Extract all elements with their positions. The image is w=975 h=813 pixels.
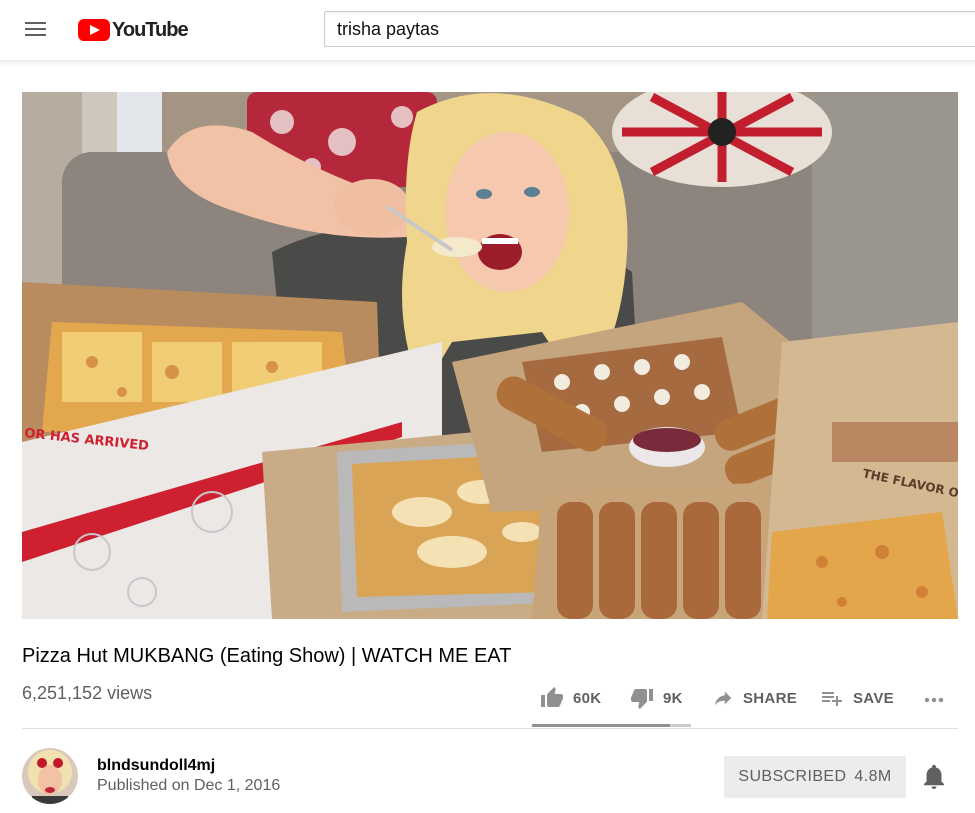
- video-frame: OR HAS ARRIVED THE FLAVOR OF: [22, 92, 958, 619]
- youtube-logo[interactable]: YouTube: [78, 17, 189, 43]
- share-label: SHARE: [743, 689, 798, 707]
- search-input[interactable]: [325, 12, 975, 46]
- sentiment-bar-like-fill: [532, 724, 671, 727]
- channel-name[interactable]: blndsundoll4mj: [97, 757, 215, 775]
- masthead-shadow: [0, 60, 975, 66]
- dislike-button[interactable]: 9K: [630, 684, 683, 712]
- save-button[interactable]: SAVE: [820, 684, 894, 712]
- search-box[interactable]: [324, 11, 975, 47]
- bell-glyph: [924, 764, 944, 789]
- avatar-image: [22, 748, 78, 804]
- like-count: 60K: [573, 689, 602, 707]
- view-count: 6,251,152 views: [22, 683, 153, 703]
- playlist-add-icon: [822, 692, 842, 706]
- subscriber-count: 4.8M: [854, 768, 892, 785]
- publish-date: Published on Dec 1, 2016: [97, 777, 281, 794]
- like-button[interactable]: 60K: [540, 684, 601, 712]
- share-arrow-icon: [714, 691, 732, 706]
- thumbs-down-icon: [631, 689, 653, 709]
- notification-bell-icon[interactable]: [922, 764, 946, 790]
- more-actions-button[interactable]: [922, 684, 946, 712]
- youtube-play-icon: [78, 19, 110, 41]
- subscribe-button[interactable]: SUBSCRIBED 4.8M: [724, 756, 906, 798]
- video-player[interactable]: OR HAS ARRIVED THE FLAVOR OF: [22, 92, 958, 619]
- divider: [22, 728, 958, 729]
- logo-text: YouTube: [112, 18, 189, 41]
- menu-icon[interactable]: [24, 20, 48, 40]
- save-label: SAVE: [853, 689, 894, 707]
- share-button[interactable]: SHARE: [712, 684, 797, 712]
- thumbs-up-icon: [541, 687, 563, 707]
- masthead: YouTube: [0, 0, 975, 60]
- subscribe-label: SUBSCRIBED: [738, 768, 847, 785]
- sentiment-bar: [532, 724, 691, 727]
- video-title: Pizza Hut MUKBANG (Eating Show) | WATCH …: [22, 645, 512, 667]
- more-horizontal-icon: [924, 697, 944, 703]
- dislike-count: 9K: [663, 689, 683, 707]
- channel-avatar[interactable]: [22, 748, 78, 804]
